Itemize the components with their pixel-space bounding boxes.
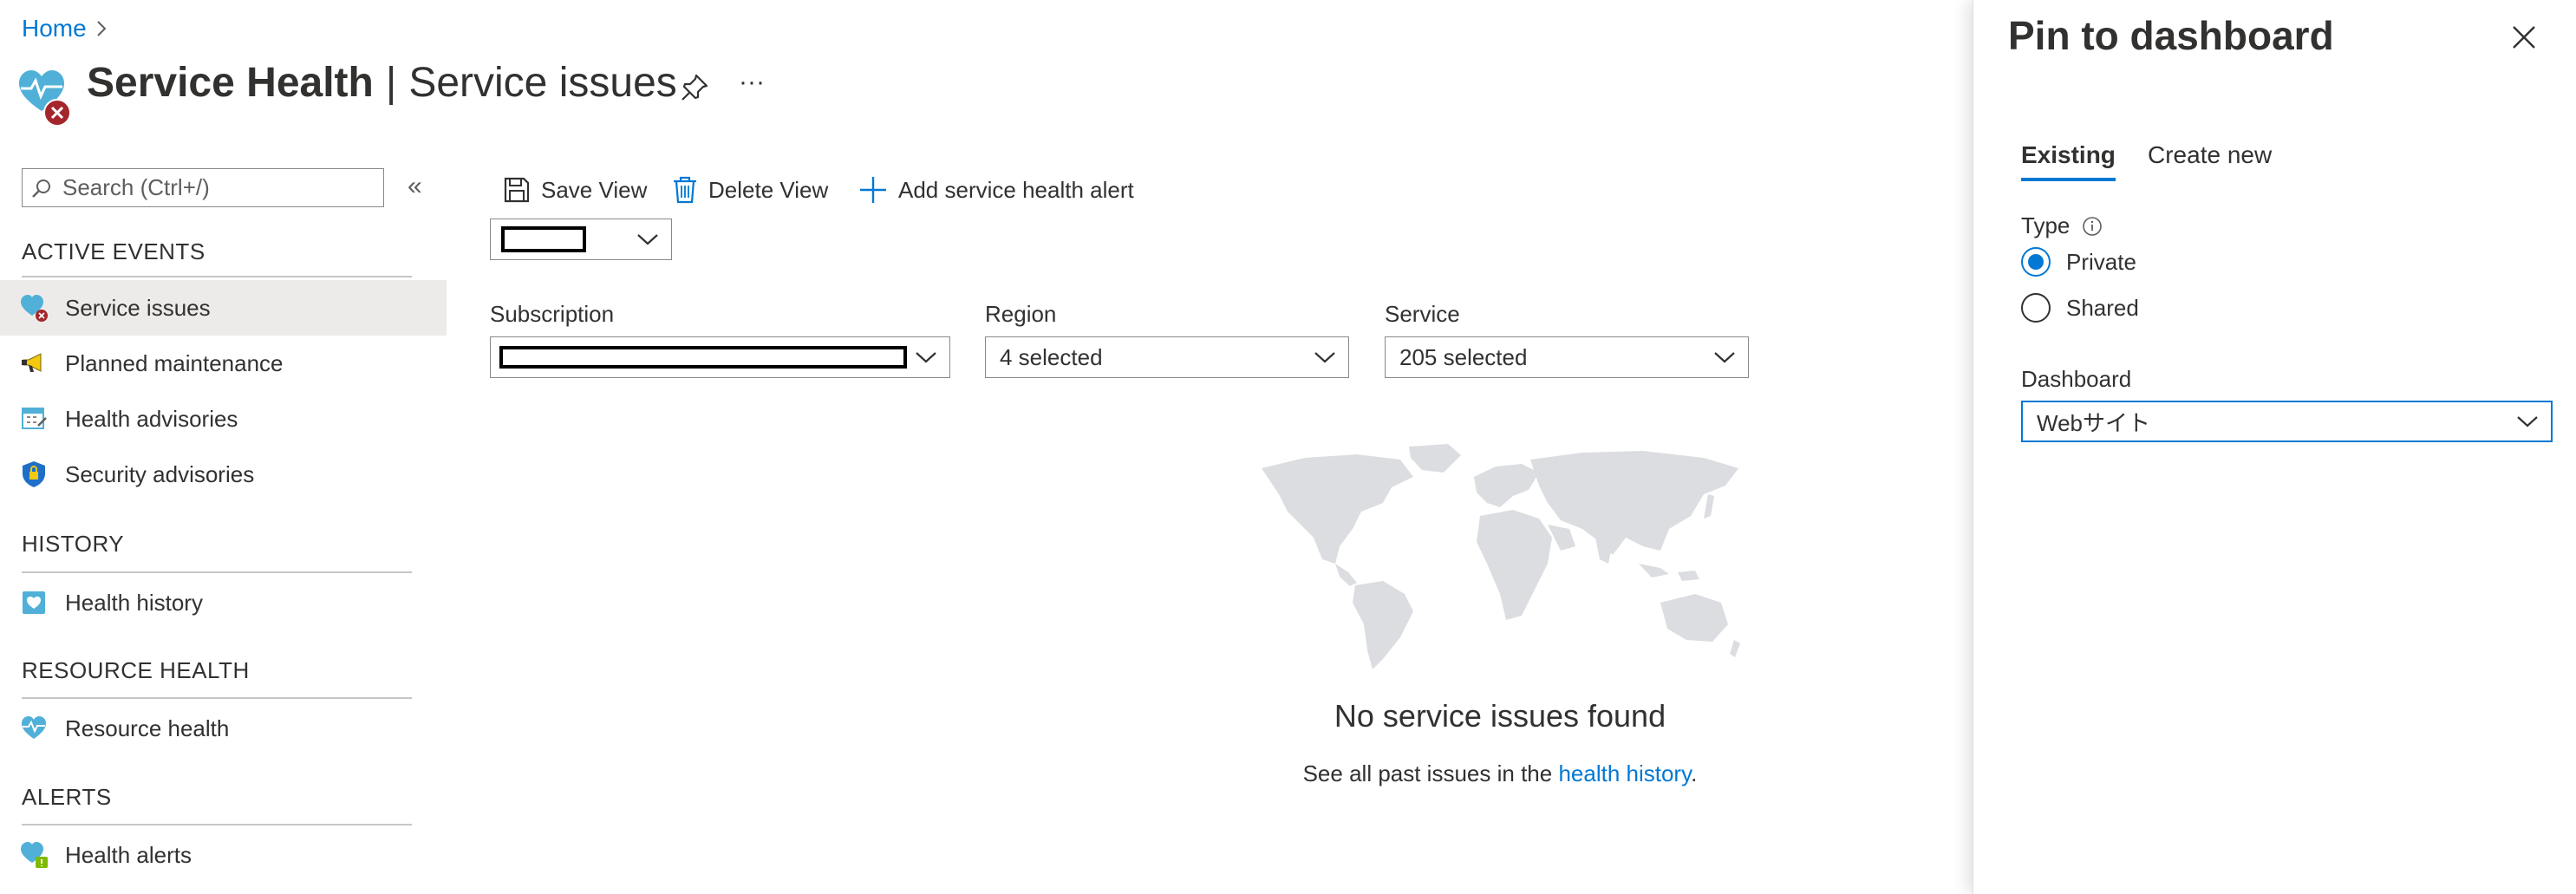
page-title: Service Health | Service issues <box>87 59 677 107</box>
empty-state-subtitle: See all past issues in the health histor… <box>1127 760 1873 787</box>
tab-create-new[interactable]: Create new <box>2148 141 2272 178</box>
section-history: HISTORY <box>22 531 125 557</box>
section-active-events: ACTIVE EVENTS <box>22 238 205 264</box>
empty-state-title: No service issues found <box>1334 698 1666 734</box>
shield-icon <box>20 460 49 489</box>
search-input[interactable] <box>61 173 359 202</box>
view-select[interactable] <box>490 219 672 260</box>
sidebar-search[interactable] <box>22 168 384 207</box>
service-health-icon <box>17 68 73 130</box>
add-service-health-alert-button[interactable]: Add service health alert <box>858 168 1134 212</box>
chevron-down-icon <box>1713 350 1736 364</box>
delete-view-label: Delete View <box>708 176 829 203</box>
empty-state-subtitle-text: See all past issues in the <box>1302 760 1559 786</box>
subscription-label: Subscription <box>490 301 615 327</box>
chevron-down-icon <box>2516 414 2539 428</box>
page-title-separator: | <box>385 60 397 106</box>
health-history-icon <box>20 588 49 617</box>
info-icon[interactable] <box>2082 216 2103 237</box>
breadcrumb-home-link[interactable]: Home <box>22 15 87 42</box>
redacted-value <box>499 346 907 369</box>
subscription-select[interactable] <box>490 336 950 378</box>
section-divider <box>22 276 412 277</box>
dashboard-value: Webサイト <box>2037 409 2150 436</box>
radio-shared-label: Shared <box>2066 294 2139 321</box>
page-title-sub: Service issues <box>408 60 677 106</box>
delete-view-button[interactable]: Delete View <box>672 168 828 212</box>
radio-circle[interactable] <box>2021 293 2051 323</box>
pin-to-dashboard-panel: Pin to dashboard Existing Create new Typ… <box>1973 0 2576 894</box>
collapse-sidebar-icon[interactable]: « <box>408 173 434 202</box>
region-select[interactable]: 4 selected <box>985 336 1349 378</box>
panel-title: Pin to dashboard <box>2008 13 2334 58</box>
service-value: 205 selected <box>1399 343 1528 370</box>
dashboard-label: Dashboard <box>2021 366 2132 392</box>
sidebar-item-label: Health history <box>65 589 203 616</box>
breadcrumb: Home <box>22 13 108 44</box>
section-divider <box>22 697 412 699</box>
region-label: Region <box>985 301 1057 327</box>
health-history-link[interactable]: health history <box>1558 760 1691 786</box>
redacted-value <box>501 226 586 252</box>
sidebar-item-security-advisories[interactable]: Security advisories <box>0 447 447 502</box>
sidebar-item-label: Security advisories <box>65 460 255 487</box>
chevron-down-icon <box>915 350 937 364</box>
section-resource-health: RESOURCE HEALTH <box>22 657 250 683</box>
save-icon <box>503 176 531 204</box>
service-select[interactable]: 205 selected <box>1385 336 1749 378</box>
add-alert-label: Add service health alert <box>898 176 1134 203</box>
sidebar-item-label: Service issues <box>65 294 211 321</box>
chevron-right-icon <box>95 19 108 38</box>
service-label: Service <box>1385 301 1460 327</box>
empty-state-subtitle-suffix: . <box>1691 760 1698 786</box>
region-value: 4 selected <box>1000 343 1103 370</box>
section-divider <box>22 824 412 825</box>
more-options-icon[interactable]: ··· <box>739 69 773 101</box>
trash-icon <box>672 175 698 205</box>
megaphone-icon <box>20 349 49 378</box>
sidebar-item-health-alerts[interactable]: Health alerts <box>0 827 447 883</box>
sidebar-item-resource-health[interactable]: Resource health <box>0 701 447 756</box>
radio-shared[interactable]: Shared <box>2021 293 2139 323</box>
tab-existing[interactable]: Existing <box>2021 141 2116 181</box>
close-icon[interactable] <box>2511 24 2537 50</box>
world-map-image <box>1253 442 1747 676</box>
search-icon <box>31 178 52 199</box>
sidebar-item-service-issues[interactable]: Service issues <box>0 280 447 336</box>
chevron-down-icon <box>636 232 659 246</box>
dashboard-select[interactable]: Webサイト <box>2021 401 2553 442</box>
sidebar-item-label: Health advisories <box>65 405 238 432</box>
heart-pulse-icon <box>20 714 49 743</box>
type-field: Type <box>2021 212 2103 239</box>
sidebar-item-label: Resource health <box>65 715 230 741</box>
type-label: Type <box>2021 212 2071 238</box>
calendar-advisory-icon <box>20 404 49 434</box>
plus-icon <box>858 175 888 205</box>
sidebar-item-label: Planned maintenance <box>65 349 284 376</box>
sidebar-item-health-history[interactable]: Health history <box>0 575 447 630</box>
save-view-label: Save View <box>541 176 648 203</box>
section-alerts: ALERTS <box>22 784 112 810</box>
save-view-button[interactable]: Save View <box>503 168 647 212</box>
sidebar-item-label: Health alerts <box>65 841 192 868</box>
service-issues-icon <box>20 293 49 323</box>
sidebar-item-health-advisories[interactable]: Health advisories <box>0 391 447 447</box>
chevron-down-icon <box>1314 350 1336 364</box>
pin-icon[interactable] <box>679 72 710 103</box>
radio-private[interactable]: Private <box>2021 247 2136 277</box>
sidebar-item-planned-maintenance[interactable]: Planned maintenance <box>0 336 447 391</box>
radio-circle[interactable] <box>2021 247 2051 277</box>
health-alert-icon <box>20 840 49 870</box>
page-title-main: Service Health <box>87 60 374 106</box>
radio-private-label: Private <box>2066 248 2136 275</box>
section-divider <box>22 571 412 573</box>
